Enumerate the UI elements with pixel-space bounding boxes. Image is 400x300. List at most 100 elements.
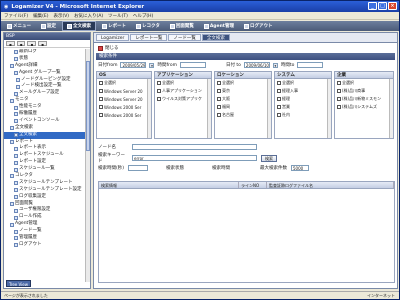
tree-item[interactable]: 最新ログ	[4, 49, 86, 56]
sidebar-tool-3[interactable]: ▪	[27, 41, 37, 47]
checkbox[interactable]	[99, 81, 103, 85]
checkbox[interactable]	[217, 113, 221, 117]
filter-box-scrollbar[interactable]	[147, 79, 151, 138]
maximize-button[interactable]: □	[378, 2, 387, 10]
tree-item[interactable]: ノード一覧	[4, 228, 86, 235]
appbar-menu[interactable]: メニュー	[3, 22, 35, 30]
tree-item[interactable]: スケジュール一覧	[4, 166, 86, 173]
tree-item[interactable]: スケジュールテンプレート	[4, 180, 86, 187]
checkbox[interactable]	[99, 89, 103, 93]
appbar-agent[interactable]: Agent管理	[200, 22, 238, 30]
filter-option[interactable]: 人事アプリケーション	[155, 87, 211, 95]
checkbox[interactable]	[217, 105, 221, 109]
filter-option[interactable]: 東京	[215, 87, 271, 95]
filter-box-scrollbar[interactable]	[389, 79, 393, 138]
checkbox[interactable]	[277, 97, 281, 101]
search-button[interactable]: 検索	[261, 154, 277, 162]
checkbox[interactable]	[337, 105, 341, 109]
appbar-report[interactable]: レポート	[98, 22, 130, 30]
filter-option[interactable]: Windows 2000 Ser	[97, 103, 151, 111]
filter-option[interactable]: 全選択	[215, 79, 271, 87]
filter-option[interactable]: 全選択	[275, 79, 331, 87]
close-button[interactable]: ×	[388, 2, 397, 10]
sidebar-tool-2[interactable]: ▪	[16, 41, 26, 47]
appbar-fulltext-search[interactable]: 全文検索	[62, 21, 96, 31]
tree-item[interactable]: スケジュールテンプレート設定	[4, 187, 86, 194]
checkbox[interactable]	[277, 81, 281, 85]
filter-option[interactable]: Windows 2000 Ser	[97, 111, 151, 119]
tree-item[interactable]: コレクタ	[4, 173, 86, 180]
checkbox[interactable]	[157, 97, 161, 101]
scroll-thumb[interactable]	[86, 61, 90, 151]
sidebar-tool-1[interactable]: ▪	[6, 41, 15, 47]
filter-option[interactable]: 全選択	[335, 79, 393, 87]
tree-item[interactable]: 状態	[4, 56, 86, 63]
tab-logamizer[interactable]: Logamizer	[96, 34, 130, 41]
tree-item[interactable]: Agent管理	[4, 221, 86, 228]
filter-option[interactable]: (株)品川システムズ	[335, 103, 393, 111]
checkbox[interactable]	[99, 97, 103, 101]
calendar-icon[interactable]: ▾	[149, 62, 155, 68]
checkbox[interactable]	[99, 113, 103, 117]
max-results-input[interactable]: 5000	[291, 165, 310, 171]
filter-option[interactable]: 全選択	[155, 79, 211, 87]
checkbox[interactable]	[337, 89, 341, 93]
checkbox[interactable]	[99, 105, 103, 109]
time-from-input[interactable]	[179, 62, 206, 68]
tab-fulltext-search[interactable]: 全文検索	[201, 34, 230, 41]
tree-item[interactable]: ログ収集設定	[4, 194, 86, 201]
sidebar-tool-4[interactable]: ▪	[38, 41, 47, 47]
calendar-icon[interactable]: ▾	[272, 62, 278, 68]
tree-view-tab[interactable]: Tree View	[6, 280, 31, 287]
date-from-input[interactable]: 2009/05/29	[120, 62, 147, 68]
sidebar-scrollbar[interactable]	[85, 49, 90, 282]
checkbox[interactable]	[217, 89, 221, 93]
filter-option[interactable]: 大阪	[215, 95, 271, 103]
tree-item[interactable]: 管理履歴	[4, 235, 86, 242]
appbar-screen[interactable]: 回面閲覧	[166, 22, 198, 30]
checkbox[interactable]	[217, 97, 221, 101]
checkbox[interactable]	[277, 89, 281, 93]
filter-option[interactable]: 社内	[275, 111, 331, 119]
menu-edit[interactable]: 編集(E)	[33, 13, 48, 19]
checkbox[interactable]	[157, 81, 161, 85]
keyword-input[interactable]: error	[132, 155, 257, 161]
filter-option[interactable]: Windows Server 20	[97, 95, 151, 103]
filter-option[interactable]: Windows Server 20	[97, 87, 151, 95]
menu-help[interactable]: ヘルプ(H)	[133, 13, 153, 19]
tree-item[interactable]: 稼働履歴	[4, 111, 86, 118]
tree-item[interactable]: Agent グループ一覧	[4, 70, 86, 77]
tree-item[interactable]: イベントコンソール	[4, 118, 86, 125]
filter-option[interactable]: (株)品川新物ミスモン	[335, 95, 393, 103]
menu-view[interactable]: 表示(V)	[53, 13, 69, 19]
filter-option[interactable]: 全選択	[97, 79, 151, 87]
tab-node-list[interactable]: ノード一覧	[168, 34, 201, 41]
filter-option[interactable]: 名古屋	[215, 111, 271, 119]
filter-box-scrollbar[interactable]	[207, 79, 211, 138]
filter-box-scrollbar[interactable]	[327, 79, 331, 138]
appbar-logout[interactable]: ログアウト	[240, 22, 277, 30]
time-to-input[interactable]	[297, 62, 324, 68]
tree-item[interactable]: 全文検索	[4, 131, 86, 139]
close-panel-button[interactable]: 閉じる	[98, 45, 119, 51]
filter-option[interactable]: 経理入事	[275, 87, 331, 95]
filter-box-scrollbar[interactable]	[267, 79, 271, 138]
filter-option[interactable]: (株)品川商事	[335, 87, 393, 95]
checkbox[interactable]	[277, 105, 281, 109]
checkbox[interactable]	[277, 113, 281, 117]
filter-option[interactable]: ウイルス対策アプリケ	[155, 95, 211, 103]
tree-item[interactable]: Agent詳細	[4, 63, 86, 70]
menu-file[interactable]: ファイル(F)	[4, 13, 28, 19]
filter-option[interactable]: 経理	[275, 95, 331, 103]
tree-item[interactable]: 性能モニタ	[4, 104, 86, 111]
tree-item[interactable]: ログアウト	[4, 242, 86, 249]
appbar-collector[interactable]: レコクタ	[132, 22, 164, 30]
minimize-button[interactable]: _	[368, 2, 377, 10]
checkbox[interactable]	[217, 81, 221, 85]
checkbox[interactable]	[337, 81, 341, 85]
node-name-input[interactable]	[132, 144, 257, 150]
checkbox[interactable]	[337, 97, 341, 101]
menu-tools[interactable]: ツール(T)	[108, 13, 128, 19]
checkbox[interactable]	[157, 89, 161, 93]
filter-option[interactable]: 営業	[275, 103, 331, 111]
